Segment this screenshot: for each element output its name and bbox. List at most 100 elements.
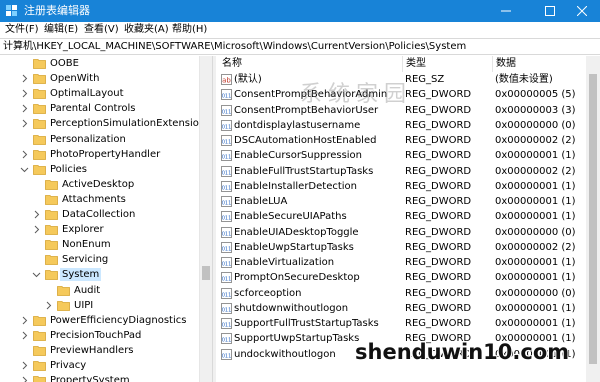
column-header-name[interactable]: 名称 <box>222 56 242 72</box>
values-scrollbar[interactable] <box>586 56 600 382</box>
tree-item-label: UIPI <box>74 299 94 311</box>
chevron-right-icon[interactable] <box>20 331 29 340</box>
binary-value-icon: 011 <box>221 272 232 284</box>
chevron-right-icon[interactable] <box>20 74 29 83</box>
chevron-down-icon[interactable] <box>32 270 41 279</box>
column-header-type[interactable]: 类型 <box>406 56 426 72</box>
tree-item[interactable]: Personalization <box>0 132 200 147</box>
value-row[interactable]: 011 EnableSecureUIAPaths REG_DWORD 0x000000… <box>216 209 600 224</box>
key-tree[interactable]: OOBE OpenWith OptimalLayout Parental Contro… <box>0 56 212 382</box>
value-row[interactable]: 011 EnableLUA REG_DWORD 0x00000001 (1) <box>216 194 600 209</box>
value-row[interactable]: 011 EnableUIADesktopToggle REG_DWORD 0x0000… <box>216 225 600 240</box>
tree-item[interactable]: PowerEfficiencyDiagnostics <box>0 313 200 328</box>
chevron-right-icon[interactable] <box>20 361 29 370</box>
folder-icon <box>45 179 58 190</box>
values-scroll-thumb[interactable] <box>589 74 597 364</box>
chevron-right-icon[interactable] <box>20 89 29 98</box>
menu-help[interactable]: 帮助(H) <box>172 24 207 36</box>
folder-icon <box>45 270 58 281</box>
chevron-right-icon[interactable] <box>32 225 41 234</box>
value-row[interactable]: 011 EnableInstallerDetection REG_DWORD 0x00… <box>216 179 600 194</box>
value-row[interactable]: 011 EnableCursorSuppression REG_DWORD 0x000… <box>216 148 600 163</box>
column-header-data[interactable]: 数据 <box>496 56 516 72</box>
tree-item-label: PerceptionSimulationExtensions <box>50 118 211 130</box>
tree-item[interactable]: Policies <box>0 162 200 177</box>
value-name: EnableUIADesktopToggle <box>234 226 359 238</box>
chevron-right-icon[interactable] <box>20 119 29 128</box>
tree-item[interactable]: PhotoPropertyHandler <box>0 147 200 162</box>
close-button[interactable] <box>563 0 600 22</box>
value-data: 0x00000003 (3) <box>495 104 576 116</box>
folder-icon <box>33 104 46 115</box>
tree-item[interactable]: NonEnum <box>0 237 200 252</box>
chevron-right-icon[interactable] <box>20 376 29 382</box>
folder-icon <box>45 225 58 235</box>
address-path[interactable]: 计算机\HKEY_LOCAL_MACHINE\SOFTWARE\Microsof… <box>3 41 466 53</box>
value-data: 0x00000000 (0) <box>495 287 576 299</box>
chevron-right-icon[interactable] <box>20 316 29 325</box>
tree-item[interactable]: PreviewHandlers <box>0 343 200 358</box>
value-row[interactable]: 011 SupportFullTrustStartupTasks REG_DWORD… <box>216 316 600 331</box>
value-row[interactable]: 011 scforceoption REG_DWORD 0x00000000 (0) <box>216 286 600 301</box>
chevron-right-icon[interactable] <box>20 104 29 113</box>
chevron-right-icon[interactable] <box>32 210 41 219</box>
menu-favorites[interactable]: 收藏夹(A) <box>124 24 169 36</box>
tree-item[interactable]: Attachments <box>0 192 200 207</box>
chevron-down-icon[interactable] <box>20 165 29 174</box>
value-row[interactable]: 011 EnableUwpStartupTasks REG_DWORD 0x00000… <box>216 240 600 255</box>
tree-item[interactable]: PrecisionTouchPad <box>0 328 200 343</box>
folder-icon <box>45 210 58 220</box>
tree-item-label: PhotoPropertyHandler <box>50 148 161 160</box>
value-row[interactable]: 011 EnableVirtualization REG_DWORD 0x000000… <box>216 255 600 270</box>
tree-item[interactable]: UIPI <box>0 298 200 313</box>
tree-item-label: ActiveDesktop <box>62 178 135 190</box>
folder-icon <box>33 119 46 130</box>
svg-text:011: 011 <box>222 231 232 237</box>
tree-item[interactable]: OpenWith <box>0 71 200 86</box>
value-type: REG_DWORD <box>405 135 472 146</box>
tree-item[interactable]: ActiveDesktop <box>0 177 200 192</box>
tree-scrollbar[interactable] <box>199 56 212 382</box>
minimize-button[interactable] <box>484 0 528 22</box>
value-row[interactable]: 011 dontdisplaylastusername REG_DWORD 0x000… <box>216 118 600 133</box>
tree-item[interactable]: PerceptionSimulationExtensions <box>0 116 210 131</box>
value-row[interactable]: 011 EnableFullTrustStartupTasks REG_DWORD 0… <box>216 164 600 179</box>
tree-item[interactable]: Privacy <box>0 358 200 373</box>
value-row[interactable]: 011 shutdownwithoutlogon REG_DWORD 0x000000… <box>216 301 600 316</box>
tree-item[interactable]: OptimalLayout <box>0 86 200 101</box>
value-name: SupportUwpStartupTasks <box>234 333 360 345</box>
column-divider[interactable] <box>492 56 493 72</box>
value-data: 0x00000001 (1) <box>495 211 576 223</box>
svg-text:011: 011 <box>222 124 232 130</box>
tree-item[interactable]: PropertySystem <box>0 373 200 382</box>
menu-file[interactable]: 文件(F) <box>5 24 39 36</box>
tree-item[interactable]: Parental Controls <box>0 101 200 116</box>
binary-value-icon: 011 <box>221 89 232 101</box>
svg-text:011: 011 <box>222 109 232 115</box>
value-row[interactable]: 011 PromptOnSecureDesktop REG_DWORD 0x00000… <box>216 270 600 285</box>
tree-item[interactable]: DataCollection <box>0 207 200 222</box>
tree-item-label: Servicing <box>62 254 109 266</box>
tree-item[interactable]: Explorer <box>0 222 200 237</box>
value-type: REG_DWORD <box>405 302 472 314</box>
value-name: undockwithoutlogon <box>234 348 336 360</box>
value-row[interactable]: 011 DSCAutomationHostEnabled REG_DWORD 0x00… <box>216 133 600 148</box>
binary-value-icon: 011 <box>221 119 232 131</box>
svg-text:011: 011 <box>222 170 232 176</box>
tree-item[interactable]: Servicing <box>0 252 200 267</box>
tree-item-label: Policies <box>50 163 87 175</box>
svg-text:011: 011 <box>222 277 232 283</box>
chevron-right-icon[interactable] <box>20 150 29 159</box>
menu-edit[interactable]: 编辑(E) <box>44 24 78 36</box>
menu-view[interactable]: 查看(V) <box>84 24 119 36</box>
chevron-right-icon[interactable] <box>44 301 53 310</box>
tree-item[interactable]: OOBE <box>0 56 200 71</box>
address-bar[interactable]: 计算机\HKEY_LOCAL_MACHINE\SOFTWARE\Microsof… <box>0 38 600 55</box>
tree-scroll-thumb[interactable] <box>202 266 210 280</box>
value-name: EnableCursorSuppression <box>234 150 363 162</box>
tree-item[interactable]: System <box>0 267 200 282</box>
tree-item[interactable]: Audit <box>0 283 200 298</box>
column-divider[interactable] <box>402 56 403 72</box>
value-name: EnableSecureUIAPaths <box>234 211 347 223</box>
value-data: 0x00000000 (0) <box>495 119 576 131</box>
